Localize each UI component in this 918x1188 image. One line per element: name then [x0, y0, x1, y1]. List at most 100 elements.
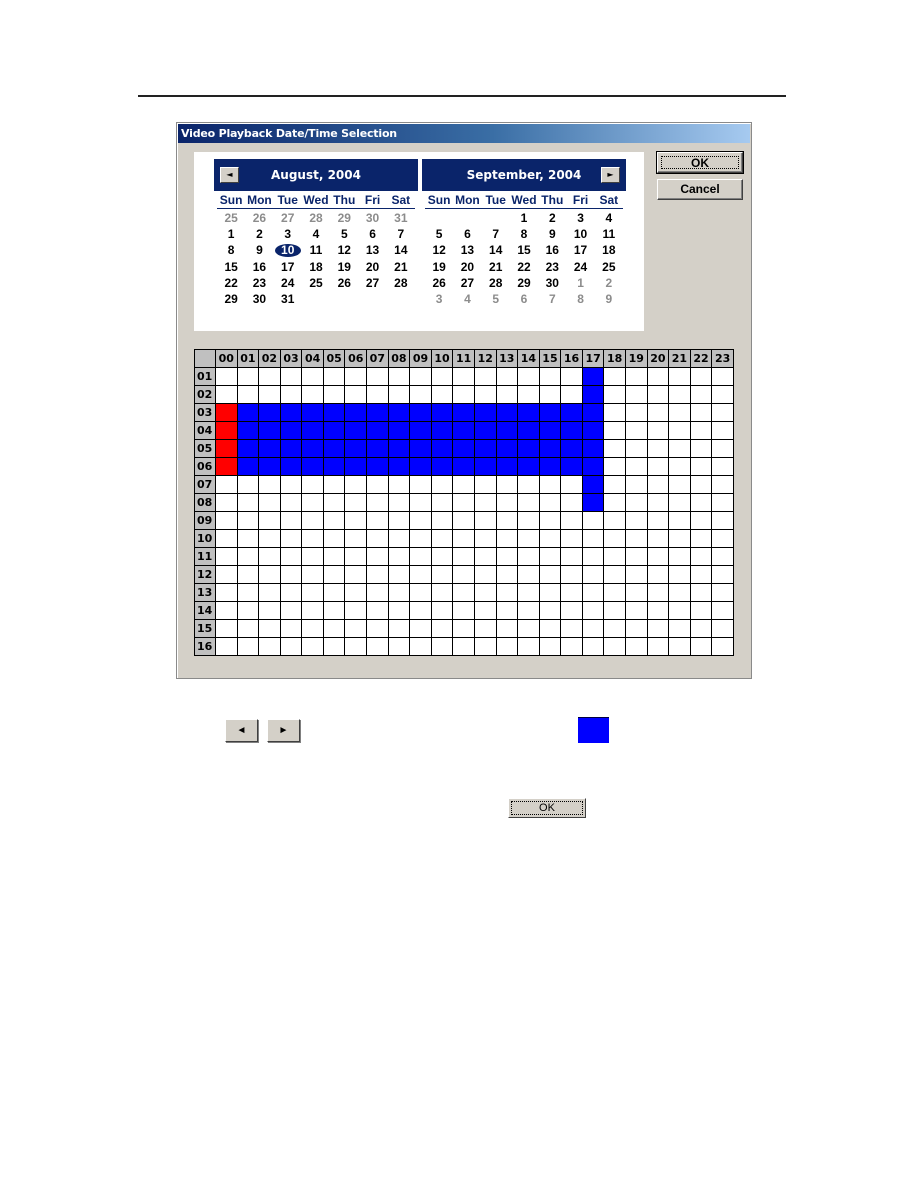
- schedule-cell[interactable]: [517, 619, 540, 638]
- schedule-cell-selected[interactable]: [236, 439, 260, 458]
- schedule-cell[interactable]: [689, 547, 713, 566]
- schedule-cell[interactable]: [258, 619, 281, 638]
- schedule-cell[interactable]: [689, 511, 713, 530]
- schedule-cell[interactable]: [711, 385, 734, 404]
- schedule-cell[interactable]: [366, 583, 389, 602]
- day-cell[interactable]: 21: [482, 259, 510, 275]
- schedule-cell[interactable]: [495, 583, 519, 602]
- schedule-cell[interactable]: [279, 475, 303, 494]
- hour-header[interactable]: 07: [366, 349, 389, 368]
- schedule-cell[interactable]: [689, 421, 713, 440]
- day-cell[interactable]: 29: [330, 210, 358, 226]
- day-cell[interactable]: 4: [453, 291, 481, 307]
- hour-header[interactable]: 13: [495, 349, 519, 368]
- schedule-cell[interactable]: [452, 637, 475, 656]
- schedule-cell-selected[interactable]: [236, 457, 260, 476]
- schedule-cell[interactable]: [603, 529, 626, 548]
- hour-header[interactable]: 05: [322, 349, 346, 368]
- day-cell[interactable]: 7: [538, 291, 566, 307]
- day-cell[interactable]: 5: [330, 226, 358, 242]
- schedule-cell[interactable]: [538, 637, 562, 656]
- schedule-cell-selected[interactable]: [258, 457, 281, 476]
- schedule-cell[interactable]: [279, 601, 303, 620]
- day-cell-selected[interactable]: 10: [274, 242, 302, 258]
- schedule-cell[interactable]: [560, 511, 583, 530]
- schedule-cell[interactable]: [711, 511, 734, 530]
- schedule-cell[interactable]: [430, 385, 454, 404]
- schedule-cell[interactable]: [646, 421, 670, 440]
- hour-header[interactable]: 01: [236, 349, 260, 368]
- schedule-cell[interactable]: [301, 547, 324, 566]
- schedule-cell-selected[interactable]: [258, 439, 281, 458]
- day-cell[interactable]: 22: [217, 275, 245, 291]
- schedule-cell[interactable]: [322, 511, 346, 530]
- day-cell[interactable]: 20: [358, 259, 386, 275]
- schedule-cell[interactable]: [258, 547, 281, 566]
- day-cell[interactable]: 29: [510, 275, 538, 291]
- schedule-cell[interactable]: [668, 619, 691, 638]
- schedule-cell[interactable]: [646, 511, 670, 530]
- schedule-cell[interactable]: [301, 565, 324, 584]
- schedule-cell-selected[interactable]: [236, 403, 260, 422]
- day-cell[interactable]: 1: [217, 226, 245, 242]
- hour-header[interactable]: 18: [603, 349, 626, 368]
- day-cell[interactable]: 14: [387, 242, 415, 258]
- schedule-cell[interactable]: [668, 403, 691, 422]
- schedule-cell[interactable]: [279, 529, 303, 548]
- schedule-cell[interactable]: [322, 493, 346, 512]
- schedule-cell[interactable]: [344, 637, 368, 656]
- schedule-cell-selected[interactable]: [517, 403, 540, 422]
- day-cell[interactable]: 6: [510, 291, 538, 307]
- schedule-cell[interactable]: [258, 529, 281, 548]
- schedule-cell[interactable]: [279, 385, 303, 404]
- schedule-cell[interactable]: [430, 565, 454, 584]
- schedule-cell[interactable]: [301, 583, 324, 602]
- schedule-cell[interactable]: [624, 493, 648, 512]
- schedule-cell[interactable]: [430, 637, 454, 656]
- schedule-cell[interactable]: [236, 493, 260, 512]
- day-cell[interactable]: 6: [358, 226, 386, 242]
- schedule-cell[interactable]: [711, 493, 734, 512]
- schedule-cell-selected[interactable]: [322, 439, 346, 458]
- schedule-cell[interactable]: [301, 511, 324, 530]
- schedule-cell[interactable]: [322, 601, 346, 620]
- hour-header[interactable]: 00: [215, 349, 238, 368]
- schedule-cell[interactable]: [366, 385, 389, 404]
- schedule-cell[interactable]: [689, 529, 713, 548]
- day-cell[interactable]: 26: [425, 275, 453, 291]
- schedule-cell[interactable]: [452, 619, 475, 638]
- schedule-cell[interactable]: [236, 583, 260, 602]
- schedule-cell[interactable]: [668, 565, 691, 584]
- schedule-cell[interactable]: [473, 619, 497, 638]
- schedule-cell-selected[interactable]: [409, 421, 432, 440]
- schedule-cell[interactable]: [624, 475, 648, 494]
- schedule-cell-selected[interactable]: [322, 457, 346, 476]
- schedule-cell-selected[interactable]: [517, 439, 540, 458]
- schedule-cell-selected[interactable]: [452, 439, 475, 458]
- schedule-cell-selected[interactable]: [258, 403, 281, 422]
- day-cell[interactable]: 21: [387, 259, 415, 275]
- schedule-cell[interactable]: [689, 583, 713, 602]
- schedule-cell[interactable]: [236, 529, 260, 548]
- day-cell[interactable]: 12: [330, 242, 358, 258]
- schedule-cell[interactable]: [344, 385, 368, 404]
- schedule-cell[interactable]: [236, 367, 260, 386]
- schedule-cell[interactable]: [711, 475, 734, 494]
- schedule-cell-selected[interactable]: [409, 403, 432, 422]
- day-cell[interactable]: 7: [387, 226, 415, 242]
- schedule-cell[interactable]: [387, 547, 411, 566]
- schedule-cell[interactable]: [409, 493, 432, 512]
- schedule-cell[interactable]: [322, 367, 346, 386]
- schedule-cell[interactable]: [279, 619, 303, 638]
- day-cell[interactable]: 23: [538, 259, 566, 275]
- schedule-cell-selected[interactable]: [560, 457, 583, 476]
- day-cell[interactable]: 14: [482, 242, 510, 258]
- schedule-cell[interactable]: [538, 493, 562, 512]
- schedule-cell-selected[interactable]: [538, 457, 562, 476]
- schedule-cell[interactable]: [322, 565, 346, 584]
- next-month-button[interactable]: ►: [601, 167, 620, 183]
- schedule-cell[interactable]: [322, 385, 346, 404]
- schedule-cell[interactable]: [646, 619, 670, 638]
- schedule-cell[interactable]: [538, 529, 562, 548]
- schedule-cell[interactable]: [646, 385, 670, 404]
